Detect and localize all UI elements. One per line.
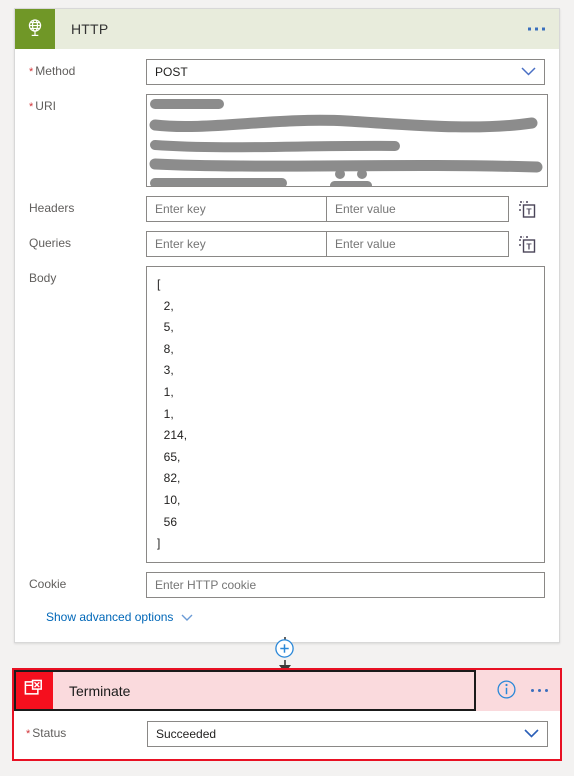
headers-value-placeholder: Enter value (335, 202, 396, 216)
body-line: 214, (157, 428, 188, 443)
body-line: 8, (157, 341, 174, 356)
body-line: 2, (157, 298, 174, 313)
uri-field-area (146, 94, 548, 187)
headers-row: Headers Enter key Enter value T (29, 196, 545, 222)
terminate-header-selection-frame: Terminate (14, 670, 476, 711)
chevron-down-icon (524, 727, 539, 741)
queries-key-placeholder: Enter key (155, 237, 206, 251)
method-field-area: POST (146, 59, 545, 85)
headers-value-input[interactable]: Enter value (326, 196, 509, 222)
queries-value-input[interactable]: Enter value (326, 231, 509, 257)
headers-key-input[interactable]: Enter key (146, 196, 326, 222)
globe-network-icon (15, 9, 55, 49)
headers-key-placeholder: Enter key (155, 202, 206, 216)
body-line: 65, (157, 449, 181, 464)
body-line: ] (157, 536, 161, 551)
queries-label: Queries (29, 236, 72, 250)
http-action-card[interactable]: HTTP * Method POST * URI Headers Enter k… (14, 8, 560, 643)
body-line: 1, (157, 406, 174, 421)
body-line: 1, (157, 384, 174, 399)
terminate-icon (16, 672, 53, 709)
queries-field-area: Enter key Enter value T (146, 231, 545, 257)
cookie-row: Cookie Enter HTTP cookie (29, 571, 545, 598)
body-row: Body [ 2, 5, 8, 3, 1, 1, 214, 65, 82, 10… (29, 266, 545, 563)
headers-field-area: Enter key Enter value T (146, 196, 545, 222)
method-label: * Method (29, 64, 76, 78)
queries-switch-to-text-mode-icon[interactable]: T (509, 235, 545, 253)
headers-switch-to-text-mode-icon[interactable]: T (509, 200, 545, 218)
status-field-area: Succeeded (147, 721, 548, 747)
method-dropdown[interactable]: POST (146, 59, 545, 85)
queries-key-input[interactable]: Enter key (146, 231, 326, 257)
cookie-label: Cookie (29, 576, 67, 591)
uri-redaction-overlay (149, 99, 543, 186)
terminate-card-header[interactable]: Terminate (14, 670, 560, 711)
required-indicator: * (26, 728, 31, 740)
terminate-action-card[interactable]: Terminate * Status Succeeded (12, 668, 562, 761)
body-line: 3, (157, 363, 174, 378)
status-dropdown[interactable]: Succeeded (147, 721, 548, 747)
status-row: * Status Succeeded (26, 721, 548, 747)
terminate-card-body: * Status Succeeded (14, 711, 560, 759)
queries-kv-wrap: Enter key Enter value T (146, 231, 545, 257)
cookie-field-area: Enter HTTP cookie (146, 571, 545, 598)
headers-label: Headers (29, 201, 75, 215)
svg-text:T: T (526, 241, 532, 251)
http-card-body: * Method POST * URI Headers Enter key En… (15, 49, 559, 642)
status-value: Succeeded (156, 727, 217, 741)
queries-row: Queries Enter key Enter value T (29, 231, 545, 257)
chevron-down-icon (521, 65, 536, 79)
body-field-area: [ 2, 5, 8, 3, 1, 1, 214, 65, 82, 10, 56 … (146, 266, 545, 563)
queries-value-placeholder: Enter value (335, 237, 396, 251)
body-textarea[interactable]: [ 2, 5, 8, 3, 1, 1, 214, 65, 82, 10, 56 … (146, 266, 545, 563)
add-step-button[interactable] (274, 638, 295, 659)
uri-label: * URI (29, 99, 56, 113)
terminate-overflow-menu-icon[interactable] (531, 689, 548, 692)
method-row: * Method POST (29, 59, 545, 85)
body-line: 5, (157, 320, 174, 335)
svg-text:T: T (526, 206, 532, 216)
chevron-down-icon (181, 610, 193, 624)
body-line: [ (157, 277, 161, 291)
show-advanced-options-link[interactable]: Show advanced options (46, 610, 193, 624)
terminate-card-title: Terminate (69, 682, 131, 699)
cookie-input[interactable]: Enter HTTP cookie (146, 571, 545, 598)
terminate-header-actions (496, 679, 548, 703)
required-indicator: * (29, 66, 34, 78)
http-card-title: HTTP (71, 21, 109, 37)
http-overflow-menu-icon[interactable] (528, 27, 545, 31)
show-advanced-options-label: Show advanced options (46, 609, 174, 624)
http-card-header[interactable]: HTTP (15, 9, 559, 49)
uri-row: * URI (29, 94, 548, 187)
cookie-placeholder: Enter HTTP cookie (155, 577, 257, 592)
headers-kv-wrap: Enter key Enter value T (146, 196, 545, 222)
uri-input[interactable] (146, 94, 548, 187)
required-indicator: * (29, 101, 34, 113)
status-label: * Status (26, 726, 67, 740)
body-label: Body (29, 271, 57, 285)
method-value: POST (155, 65, 188, 79)
body-line: 56 (157, 514, 178, 529)
info-icon[interactable] (496, 679, 517, 703)
body-line: 10, (157, 492, 181, 507)
body-line: 82, (157, 471, 181, 486)
